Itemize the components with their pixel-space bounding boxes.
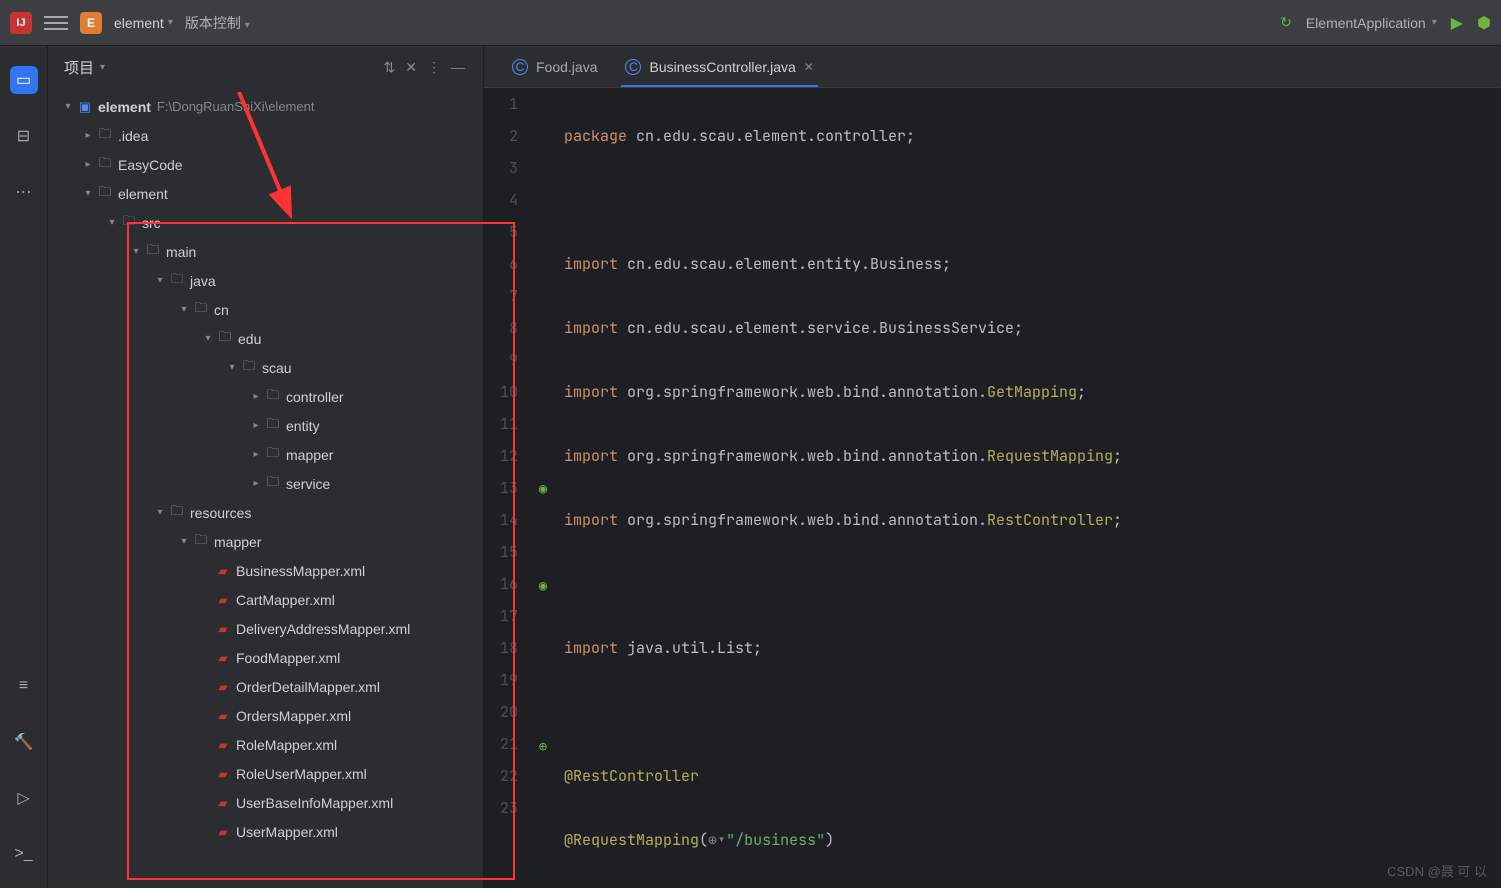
tree-file[interactable]: ▰OrdersMapper.xml	[48, 701, 483, 730]
tree-item[interactable]: ▸🗀mapper	[48, 440, 483, 469]
tree-item[interactable]: ▸🗀controller	[48, 382, 483, 411]
titlebar: IJ E element▾ 版本控制 ▾ ↻ ElementApplicatio…	[0, 0, 1501, 46]
watermark: CSDN @聂 可 以	[1387, 861, 1487, 880]
project-tool-icon[interactable]: ▭	[10, 66, 38, 94]
tree-file[interactable]: ▰BusinessMapper.xml	[48, 556, 483, 585]
tree-file[interactable]: ▰OrderDetailMapper.xml	[48, 672, 483, 701]
todo-tool-icon[interactable]: ≡	[10, 672, 38, 700]
debug-icon[interactable]: ⬢	[1477, 13, 1491, 33]
tree-item[interactable]: ▸🗀entity	[48, 411, 483, 440]
tree-item[interactable]: ▾🗀java	[48, 266, 483, 295]
tree-item[interactable]: ▾🗀resources	[48, 498, 483, 527]
tree-item[interactable]: ▾🗀mapper	[48, 527, 483, 556]
terminal-tool-icon[interactable]: >_	[10, 840, 38, 868]
close-tab-icon[interactable]: ✕	[804, 60, 814, 74]
gutter-icons: ◉ ◉ ⊕	[528, 88, 558, 888]
editor-area: CFood.java CBusinessController.java✕ 123…	[484, 46, 1501, 888]
close-panel-icon[interactable]: ✕	[403, 57, 419, 78]
tree-file[interactable]: ▰RoleUserMapper.xml	[48, 759, 483, 788]
tree-file[interactable]: ▰DeliveryAddressMapper.xml	[48, 614, 483, 643]
tree-file[interactable]: ▰FoodMapper.xml	[48, 643, 483, 672]
editor-tabs: CFood.java CBusinessController.java✕	[484, 46, 1501, 88]
class-icon: C	[625, 59, 641, 75]
tab-food[interactable]: CFood.java	[498, 46, 611, 87]
tree-root[interactable]: ▾▣elementF:\DongRuanShiXi\element	[48, 92, 483, 121]
code-editor[interactable]: 1234567891011121314151617181920212223 ◉◉…	[484, 88, 1501, 888]
vcs-menu[interactable]: 版本控制 ▾	[185, 13, 250, 33]
intellij-icon: IJ	[10, 12, 32, 34]
tree-item[interactable]: ▸🗀EasyCode	[48, 150, 483, 179]
tab-businesscontroller[interactable]: CBusinessController.java✕	[611, 46, 827, 87]
project-selector[interactable]: element▾	[114, 15, 173, 31]
run-tool-icon[interactable]: ▷	[10, 784, 38, 812]
minimize-icon[interactable]: —	[449, 57, 467, 77]
more-options-icon[interactable]: ⋮	[425, 57, 443, 78]
class-icon: C	[512, 59, 528, 75]
spring-endpoint-icon[interactable]: ⊕	[539, 738, 547, 756]
tree-item[interactable]: ▾🗀cn	[48, 295, 483, 324]
tree-item[interactable]: ▸🗀service	[48, 469, 483, 498]
tree-item[interactable]: ▸🗀.idea	[48, 121, 483, 150]
tree-item[interactable]: ▾🗀main	[48, 237, 483, 266]
tree-file[interactable]: ▰UserMapper.xml	[48, 817, 483, 846]
build-tool-icon[interactable]: 🔨	[10, 728, 38, 756]
line-numbers: 1234567891011121314151617181920212223	[484, 88, 528, 888]
tree-file[interactable]: ▰RoleMapper.xml	[48, 730, 483, 759]
code-content[interactable]: package cn.edu.scau.element.controller; …	[558, 88, 1501, 888]
tree-item[interactable]: ▾🗀element	[48, 179, 483, 208]
tree-item[interactable]: ▾🗀edu	[48, 324, 483, 353]
tree-file[interactable]: ▰CartMapper.xml	[48, 585, 483, 614]
more-tool-icon[interactable]: ⋯	[10, 178, 38, 206]
project-panel-header: 项目 ▾ ⇅ ✕ ⋮ —	[48, 46, 483, 88]
project-panel: 项目 ▾ ⇅ ✕ ⋮ — ▾▣elementF:\DongRuanShiXi\e…	[48, 46, 484, 888]
tree-item[interactable]: ▾🗀scau	[48, 353, 483, 382]
run-config-selector[interactable]: ElementApplication▾	[1306, 15, 1437, 31]
project-tree[interactable]: ▾▣elementF:\DongRuanShiXi\element ▸🗀.ide…	[48, 88, 483, 888]
project-chip: E	[80, 12, 102, 34]
spring-bean-icon[interactable]: ◉	[539, 577, 547, 595]
left-toolbar: ▭ ⊟ ⋯ ≡ 🔨 ▷ >_	[0, 46, 48, 888]
run-icon[interactable]: ▶	[1451, 13, 1463, 33]
rerun-icon[interactable]: ↻	[1280, 14, 1292, 31]
structure-tool-icon[interactable]: ⊟	[10, 122, 38, 150]
expand-icon[interactable]: ⇅	[382, 57, 398, 78]
tree-item[interactable]: ▾🗀src	[48, 208, 483, 237]
project-panel-title: 项目	[64, 57, 94, 78]
tree-file[interactable]: ▰UserBaseInfoMapper.xml	[48, 788, 483, 817]
main-menu-button[interactable]	[44, 11, 68, 35]
spring-bean-icon[interactable]: ◉	[539, 480, 547, 498]
